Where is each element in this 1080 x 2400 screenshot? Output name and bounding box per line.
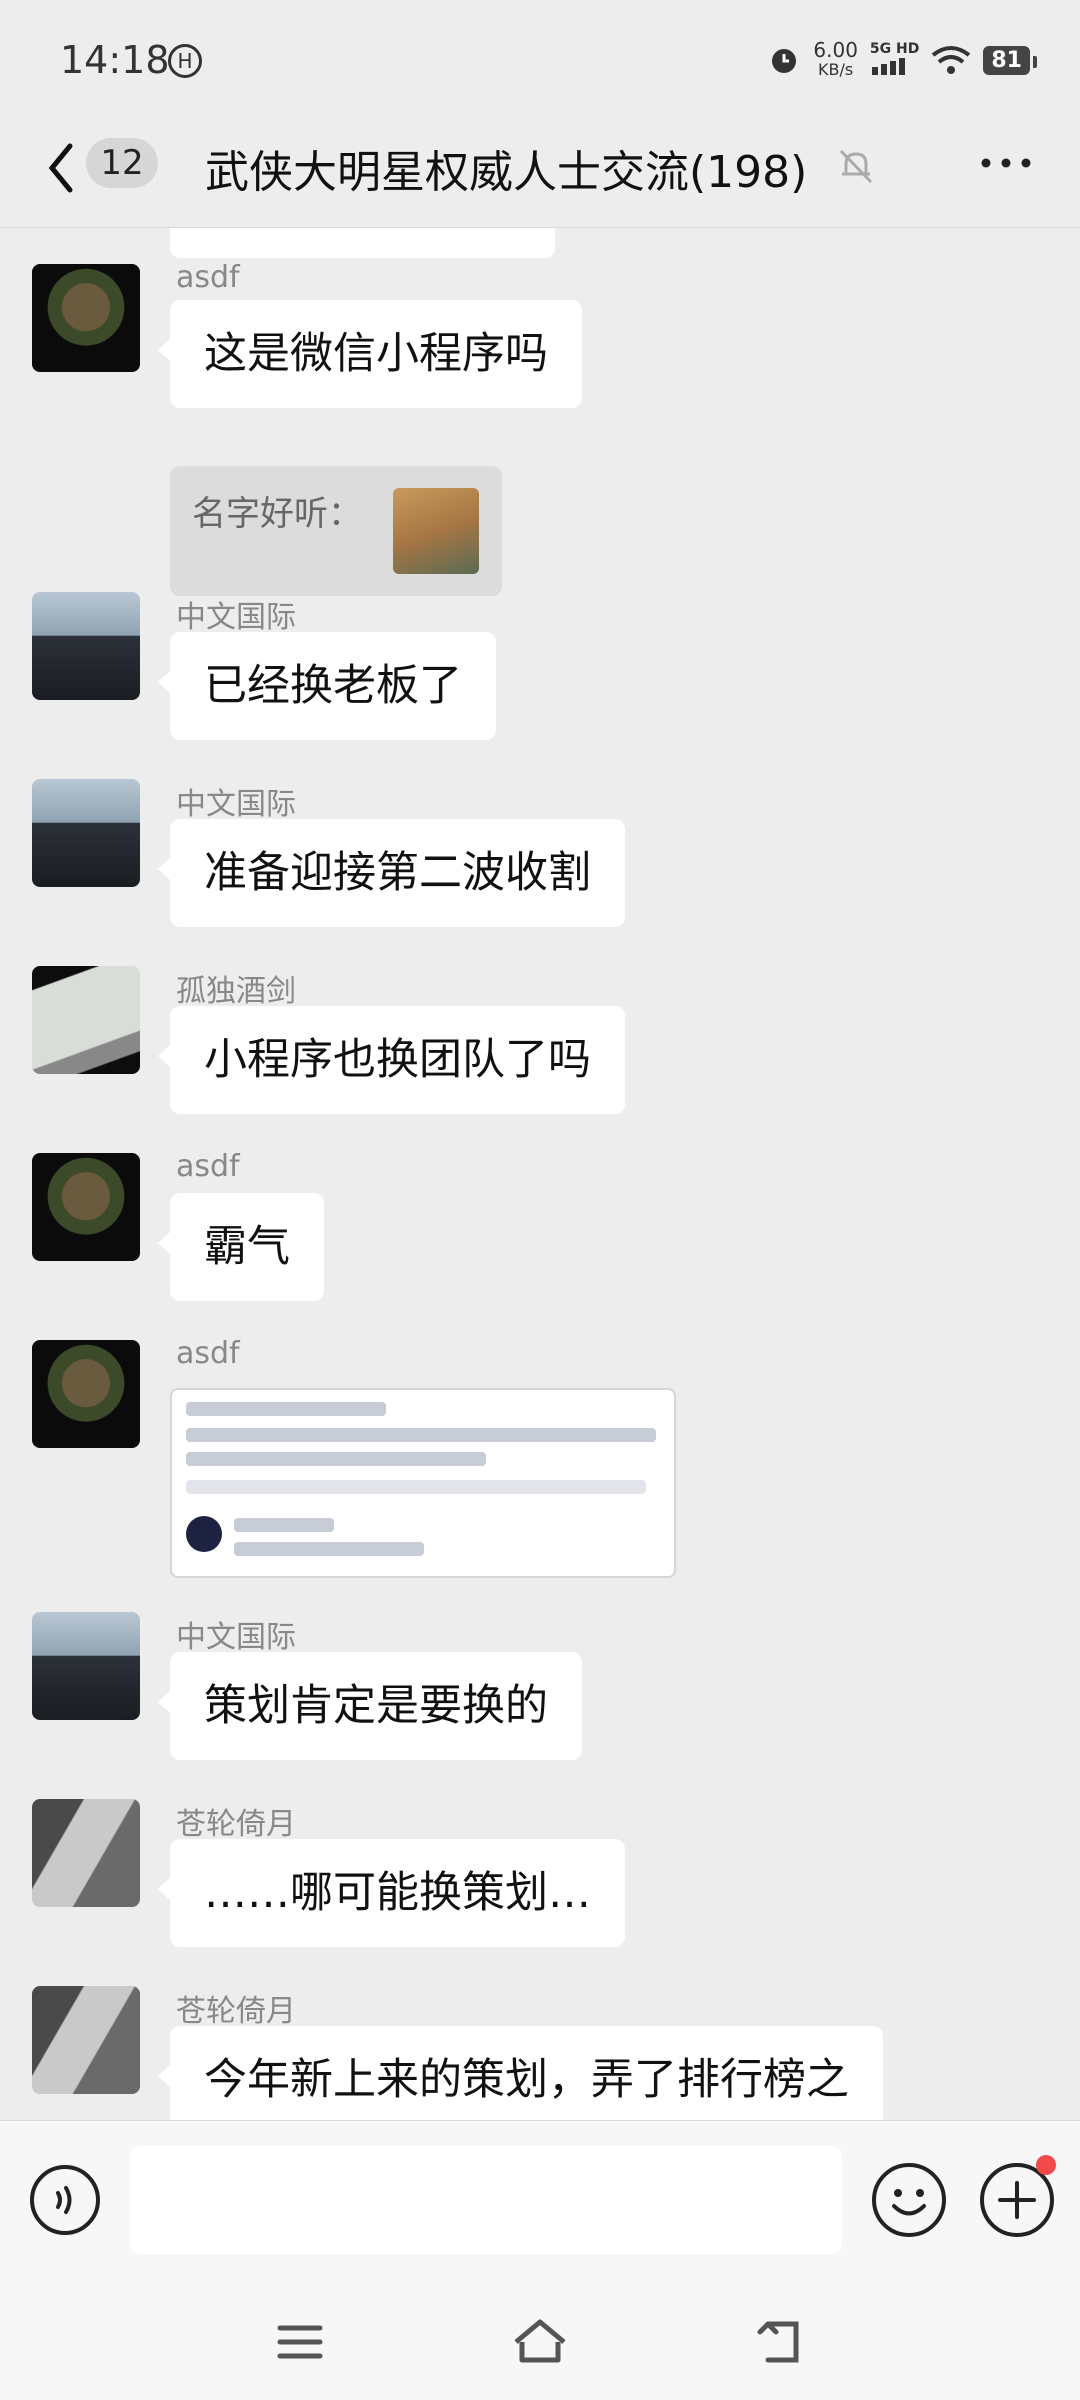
- sender-name: asdf: [176, 260, 240, 295]
- back-icon[interactable]: [750, 2312, 810, 2372]
- home-icon[interactable]: [510, 2312, 570, 2372]
- menu-icon[interactable]: [270, 2312, 330, 2372]
- sender-name: 中文国际: [176, 600, 296, 635]
- wifi-icon: [932, 46, 971, 74]
- alarm-icon: [772, 49, 797, 73]
- network-type: 5G HD: [869, 41, 920, 57]
- net-speed-value: 6.00: [813, 38, 858, 62]
- message-bubble[interactable]: 已经换老板了: [158, 632, 496, 740]
- quote-text: 名字好听：: [192, 494, 362, 534]
- sender-name: 中文国际: [176, 1620, 296, 1655]
- net-speed: 6.00 KB/s: [813, 40, 858, 80]
- image-message[interactable]: [170, 1388, 676, 1578]
- avatar[interactable]: [32, 1153, 140, 1261]
- avatar[interactable]: [32, 264, 140, 372]
- emoji-icon[interactable]: [870, 2161, 948, 2239]
- message-bubble[interactable]: 霸气: [158, 1193, 324, 1301]
- sender-name: 孤独酒剑: [176, 974, 296, 1009]
- avatar[interactable]: [32, 592, 140, 700]
- unread-count-badge[interactable]: 12: [86, 138, 158, 188]
- sender-name: 苍轮倚月: [176, 1994, 296, 2029]
- avatar[interactable]: [32, 1799, 140, 1907]
- status-bar: 14:18 H 6.00 KB/s 5G HD 81: [0, 0, 1080, 118]
- sender-name: 中文国际: [176, 787, 296, 822]
- sender-name: asdf: [176, 1336, 240, 1371]
- message-input[interactable]: [130, 2146, 842, 2254]
- avatar[interactable]: [32, 1340, 140, 1448]
- status-right: 6.00 KB/s 5G HD 81: [767, 38, 1037, 82]
- message-bubble[interactable]: 今年新上来的策划，弄了排行榜之: [158, 2026, 883, 2120]
- message-bubble[interactable]: 这是微信小程序吗: [158, 300, 582, 408]
- more-options-icon[interactable]: [976, 143, 1036, 183]
- muted-bell-icon: [839, 149, 873, 184]
- message-bubble[interactable]: ……哪可能换策划…: [158, 1839, 625, 1947]
- avatar[interactable]: [32, 779, 140, 887]
- message-bubble[interactable]: 小程序也换团队了吗: [158, 1006, 625, 1114]
- message-bubble[interactable]: 准备迎接第二波收割: [158, 819, 625, 927]
- battery-icon: 81: [983, 45, 1037, 75]
- quoted-message[interactable]: 名字好听：: [170, 466, 502, 596]
- net-speed-unit: KB/s: [818, 60, 854, 79]
- notification-dot: [1036, 2155, 1056, 2175]
- voice-input-icon[interactable]: [28, 2163, 102, 2237]
- message-bubble[interactable]: 策划肯定是要换的: [158, 1652, 582, 1760]
- signal-group: 5G HD: [870, 41, 919, 79]
- chat-title: 武侠大明星权威人士交流(198): [205, 147, 808, 198]
- hd-call-icon: H: [168, 44, 202, 78]
- chat-messages[interactable]: asdf 这是微信小程序吗 名字好听： 中文国际 已经换老板了 中文国际 准备迎…: [0, 228, 1080, 2120]
- avatar[interactable]: [32, 1612, 140, 1720]
- previous-message-bubble: [170, 228, 555, 258]
- input-bar: [0, 2120, 1080, 2280]
- avatar[interactable]: [32, 966, 140, 1074]
- quote-thumbnail: [393, 488, 479, 574]
- signal-icon: [871, 58, 905, 75]
- chat-header: 12 武侠大明星权威人士交流(198): [0, 118, 1080, 228]
- system-nav-bar: [0, 2280, 1080, 2400]
- status-time: 14:18: [60, 38, 170, 82]
- sender-name: 苍轮倚月: [176, 1807, 296, 1842]
- back-arrow-icon[interactable]: [40, 138, 90, 198]
- sender-name: asdf: [176, 1149, 240, 1184]
- avatar[interactable]: [32, 1986, 140, 2094]
